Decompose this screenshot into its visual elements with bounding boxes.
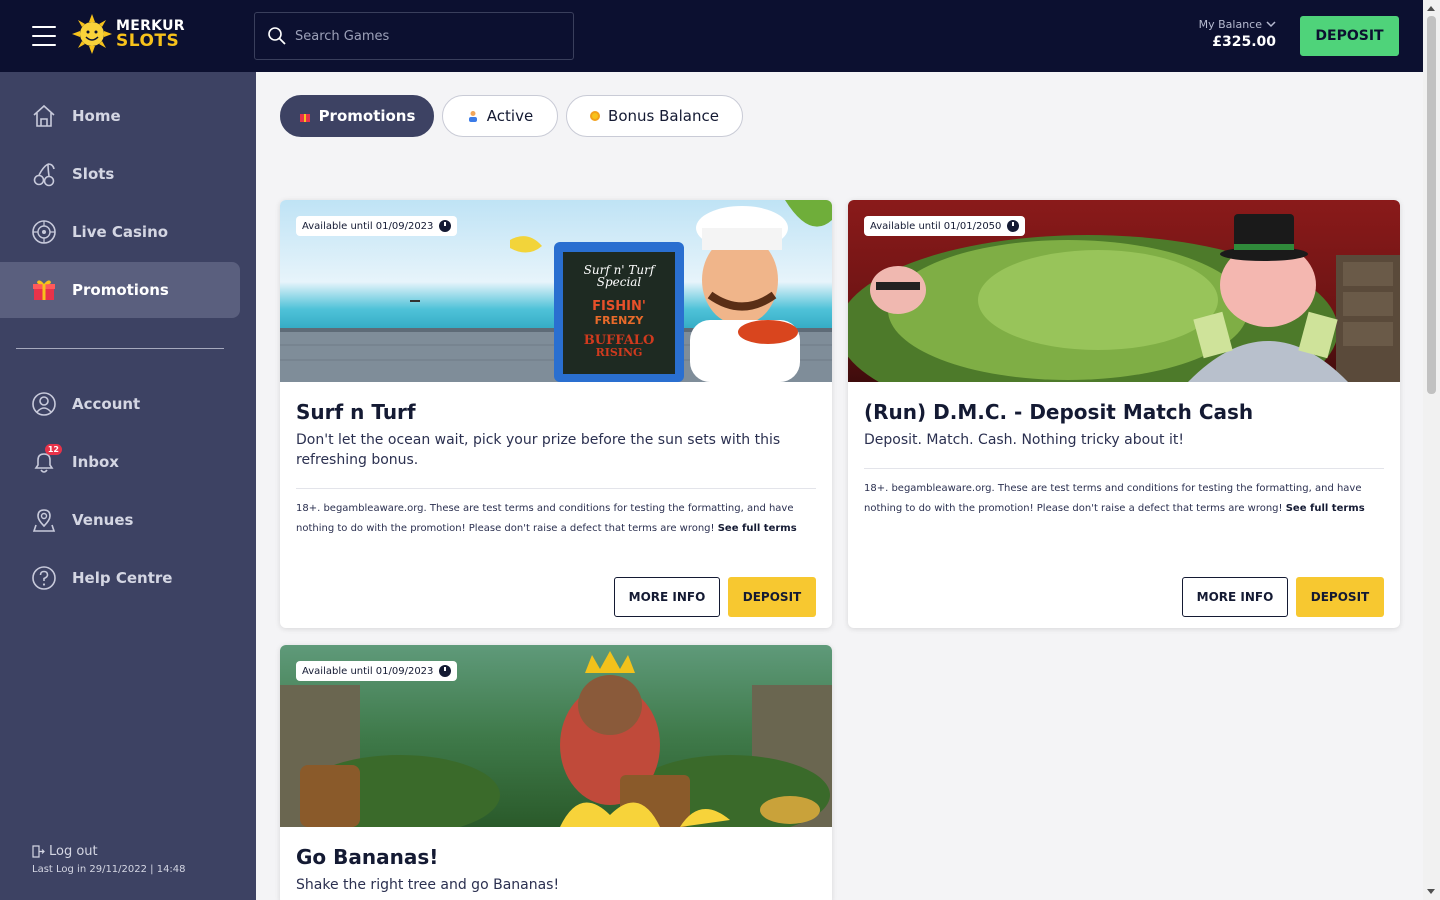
availability-text: Available until 01/09/2023 [302,220,434,232]
scroll-down-arrow-icon[interactable] [1427,889,1435,894]
tab-promotions[interactable]: Promotions [280,95,434,137]
availability-text: Available until 01/01/2050 [870,220,1002,232]
inbox-badge: 12 [44,444,62,455]
search-input[interactable] [295,28,555,44]
deposit-button[interactable]: DEPOSIT [728,577,816,617]
promo-image: Surf n' Turf Special FISHIN' FRENZY BUFF… [280,200,832,382]
sidebar-item-home[interactable]: Home [0,88,240,144]
more-info-button[interactable]: MORE INFO [1182,577,1288,617]
top-header: MERKUR SLOTS My Balance £325.00 DEPOSIT [0,0,1423,72]
scroll-up-arrow-icon[interactable] [1427,6,1435,11]
promo-terms: 18+. begambleaware.org. These are test t… [296,499,816,539]
see-full-terms-link[interactable]: See full terms [718,523,797,534]
board-text-3: FISHIN' [592,299,646,314]
promo-image: Available until 01/09/2023 [280,645,832,827]
user-icon [30,390,58,418]
promo-title: Surf n Turf [296,400,416,424]
gift-icon [299,114,310,122]
promo-description: Don't let the ocean wait, pick your priz… [296,432,781,468]
sidebar-item-label: Live Casino [72,223,169,241]
promo-description: Deposit. Match. Cash. Nothing tricky abo… [864,432,1184,448]
sidebar-item-label: Slots [72,165,115,183]
sidebar-item-label: Promotions [72,281,169,299]
scrollbar-thumb[interactable] [1427,16,1436,394]
sidebar-item-slots[interactable]: Slots [0,146,240,202]
promo-terms: 18+. begambleaware.org. These are test t… [864,479,1384,519]
tab-active[interactable]: Active [442,95,558,137]
more-info-button[interactable]: MORE INFO [614,577,720,617]
search-icon [268,27,286,45]
sidebar-item-promotions[interactable]: Promotions [0,262,240,318]
logout-label: Log out [49,844,98,859]
availability-text: Available until 01/09/2023 [302,665,434,677]
see-full-terms-link[interactable]: See full terms [1286,503,1365,514]
balance-label: My Balance [1198,18,1262,31]
board-text-2: Special [597,275,642,289]
logout-link[interactable]: Log out [32,844,98,859]
sidebar: Home Slots Live Casino Promotions Accoun… [0,72,256,900]
merkur-slots-logo[interactable]: MERKUR SLOTS [72,14,185,54]
home-icon [30,102,58,130]
sidebar-item-live-casino[interactable]: Live Casino [0,204,240,260]
promo-actions: MORE INFO DEPOSIT [1182,577,1384,617]
sidebar-item-label: Venues [72,511,134,529]
location-icon [30,506,58,534]
tab-label: Promotions [318,107,416,125]
balance-block[interactable]: My Balance £325.00 [1199,18,1276,50]
last-login: Last Log in 29/11/2022 | 14:48 [32,864,186,875]
menu-icon[interactable] [32,26,56,46]
clock-icon [439,220,452,232]
divider [864,468,1384,469]
deposit-button[interactable]: DEPOSIT [1300,16,1399,56]
bell-icon: 12 [30,444,62,476]
sun-logo-icon [72,14,112,54]
promo-actions: MORE INFO DEPOSIT [614,577,816,617]
board-text-6: RISING [596,346,643,359]
tab-label: Active [486,107,534,125]
clock-icon [1007,220,1020,232]
coin-icon [590,111,601,121]
logout-icon [32,845,45,858]
promo-title: Go Bananas! [296,845,439,869]
promo-card-surf-n-turf: Surf n' Turf Special FISHIN' FRENZY BUFF… [280,200,832,628]
sidebar-item-help-centre[interactable]: Help Centre [0,550,240,606]
sidebar-item-label: Home [72,107,121,125]
sidebar-divider [16,348,224,349]
promo-card-go-bananas: Available until 01/09/2023 Go Bananas! S… [280,645,832,900]
main-content: Promotions Active Bonus Balance Surf n' … [256,72,1423,900]
promo-description: Shake the right tree and go Bananas! [296,877,560,893]
clock-icon [439,665,452,677]
sidebar-item-label: Inbox [72,453,119,471]
promo-card-dmc: Available until 01/01/2050 (Run) D.M.C. … [848,200,1400,628]
user-icon [468,111,477,122]
board-text-4: FRENZY [595,314,645,327]
sidebar-item-account[interactable]: Account [0,376,240,432]
cherries-icon [30,160,58,188]
logo-line2: SLOTS [116,31,180,51]
promo-title: (Run) D.M.C. - Deposit Match Cash [864,400,1254,424]
search-box[interactable] [254,12,574,60]
tab-label: Bonus Balance [608,107,719,125]
tab-bonus-balance[interactable]: Bonus Balance [566,95,743,137]
page-scrollbar[interactable] [1423,0,1440,900]
gift-icon [30,276,58,304]
deposit-button[interactable]: DEPOSIT [1296,577,1384,617]
divider [296,488,816,489]
availability-tag: Available until 01/09/2023 [296,661,458,681]
chevron-down-icon[interactable] [1266,21,1276,28]
availability-tag: Available until 01/01/2050 [864,216,1026,236]
balance-amount: £325.00 [1212,34,1276,50]
sidebar-item-venues[interactable]: Venues [0,492,240,548]
roulette-icon [30,218,58,246]
sidebar-item-label: Account [72,395,141,413]
sidebar-item-label: Help Centre [72,569,173,587]
availability-tag: Available until 01/09/2023 [296,216,458,236]
promo-image: Available until 01/01/2050 [848,200,1400,382]
sidebar-item-inbox[interactable]: 12 Inbox [0,434,240,490]
help-icon [30,564,58,592]
